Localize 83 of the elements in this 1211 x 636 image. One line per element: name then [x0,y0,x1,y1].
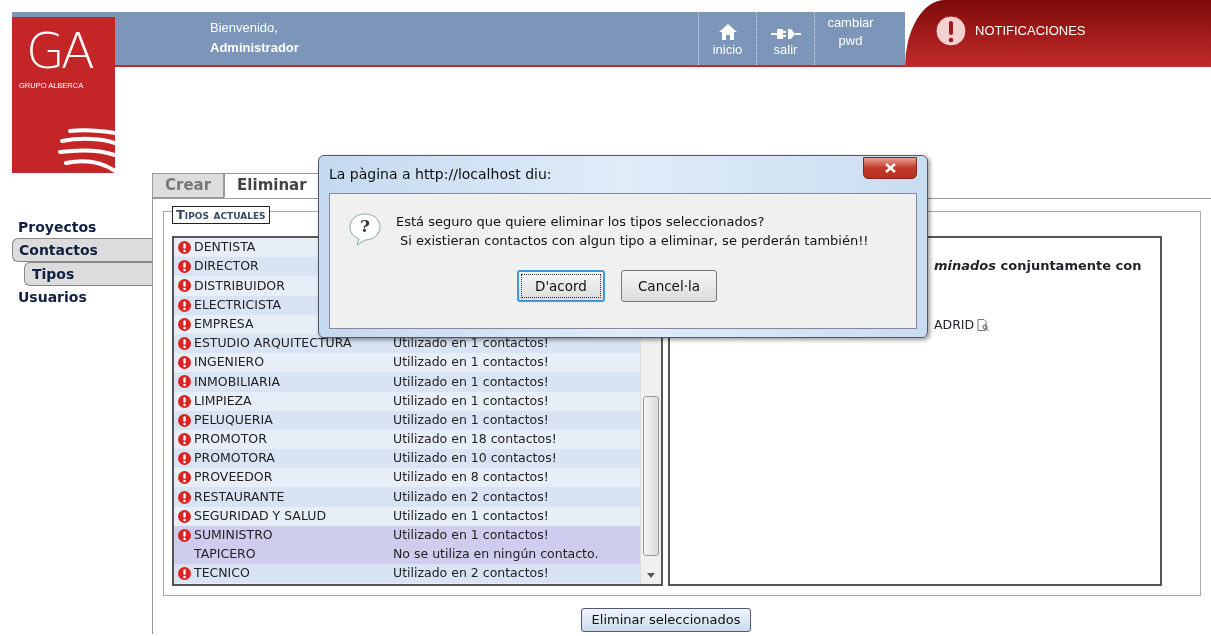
down-arrow-icon[interactable] [647,573,655,578]
type-name: EMPRESA [194,314,255,333]
alert-icon [177,317,191,331]
detail-heading: minados conjuntamente con [934,257,1143,275]
location-text: ADRID [934,315,975,334]
alert-icon [177,567,191,581]
usage-text: No se utiliza en ningún contacto. [393,545,599,564]
usage-text: Utilizado en 2 contactos! [393,564,549,583]
delete-button[interactable]: Eliminar seleccionados [580,608,752,632]
usage-text: Utilizado en 1 contactos! [393,334,549,353]
alert-icon [177,452,191,466]
type-name: ESTUDIO ARQUITECTURA [194,334,353,353]
alert-icon [177,528,191,542]
usage-text: Utilizado en 1 contactos! [393,526,549,545]
type-name: LIMPIEZA [194,391,253,410]
type-name: PROMOTOR [194,430,268,449]
alert-icon [177,337,191,351]
alert-icon [177,356,191,370]
type-name: TAPICERO [194,545,257,564]
alert-icon [177,241,191,255]
list-row[interactable]: TAPICERO No se utiliza en ningún contacto. [174,545,640,565]
legend: Tipos actuales [172,206,270,224]
dialog-title: La pàgina a http://localhost diu: [329,165,552,184]
list-row[interactable]: INMOBILIARIA Utilizado en 1 contactos! [174,372,640,392]
usage-text: Utilizado en 18 contactos! [393,430,557,449]
alert-icon [177,279,191,293]
type-name: DISTRIBUIDOR [194,276,286,295]
type-name: PROVEEDOR [194,468,274,487]
usage-text: Utilizado en 1 contactos! [393,506,549,525]
type-name: SEGURIDAD Y SALUD [194,506,328,525]
tab[interactable]: Eliminar [224,173,320,198]
alert-icon [177,413,191,427]
type-name: PELUQUERIA [194,410,274,429]
user-name: Administrador [210,39,300,57]
sidebar-item[interactable]: Proyectos [12,216,152,238]
logo-initials: GA [26,21,91,81]
dialog-button[interactable]: Cancel·la [620,270,717,303]
scrollbar-thumb[interactable] [643,396,659,556]
notifications-link[interactable]: NOTIFICACIONES [905,0,1211,67]
sidebar-item[interactable]: Tipos [24,262,152,286]
home-icon [718,23,737,40]
alert-icon [177,298,191,312]
close-button[interactable] [863,156,917,179]
alert-icon [177,260,191,274]
close-icon [884,162,896,173]
sidebar-item[interactable]: Contactos [12,238,152,262]
alert-icon [177,432,191,446]
dialog-message: Si existieran contactos con algun tipo a eliminar, se perderán también!! [399,232,869,250]
alert-icon [177,375,191,389]
dialog-button[interactable]: D'acord [517,270,605,303]
type-name: ELECTRICISTA [194,295,283,314]
sidebar-item[interactable]: Usuarios [12,286,152,308]
usage-text: Utilizado en 1 contactos! [393,353,549,372]
type-name: PROMOTORA [194,449,276,468]
alert-icon [177,394,191,408]
type-name: DENTISTA [194,238,257,257]
plug-icon [770,27,801,40]
dialog-message: Está seguro que quiere eliminar los tipos seleccionados? [396,213,766,231]
question-icon: ? [348,212,382,246]
type-name: INMOBILIARIA [194,372,282,391]
list-row[interactable]: PROMOTORA Utilizado en 10 contactos! [174,449,640,469]
type-name: DIRECTOR [194,257,260,276]
usage-text: Utilizado en 1 contactos! [393,410,549,429]
type-name: SUMINISTRO [194,526,274,545]
document-search-icon[interactable] [977,318,990,331]
usage-text: Utilizado en 8 contactos! [393,468,549,487]
list-row[interactable]: TECNICO Utilizado en 2 contactos! [174,564,640,584]
list-row[interactable]: SUMINISTRO Utilizado en 1 contactos! [174,525,640,545]
list-row[interactable]: PELUQUERIA Utilizado en 1 contactos! [174,410,640,430]
usage-text: Utilizado en 1 contactos! [393,372,549,391]
alert-icon [935,14,967,47]
alert-icon [177,471,191,485]
welcome-text: Bienvenido, [210,19,279,37]
wave-icon [58,127,115,173]
type-name: INGENIERO [194,353,266,372]
usage-text: Utilizado en 2 contactos! [393,487,549,506]
type-name: RESTAURANTE [194,487,286,506]
type-name: TECNICO [194,564,251,583]
usage-text: Utilizado en 10 contactos! [393,449,557,468]
usage-text: Utilizado en 1 contactos! [393,391,549,410]
list-row[interactable]: RESTAURANTE Utilizado en 2 contactos! [174,487,640,507]
alert-icon [177,509,191,523]
alert-icon [177,490,191,504]
